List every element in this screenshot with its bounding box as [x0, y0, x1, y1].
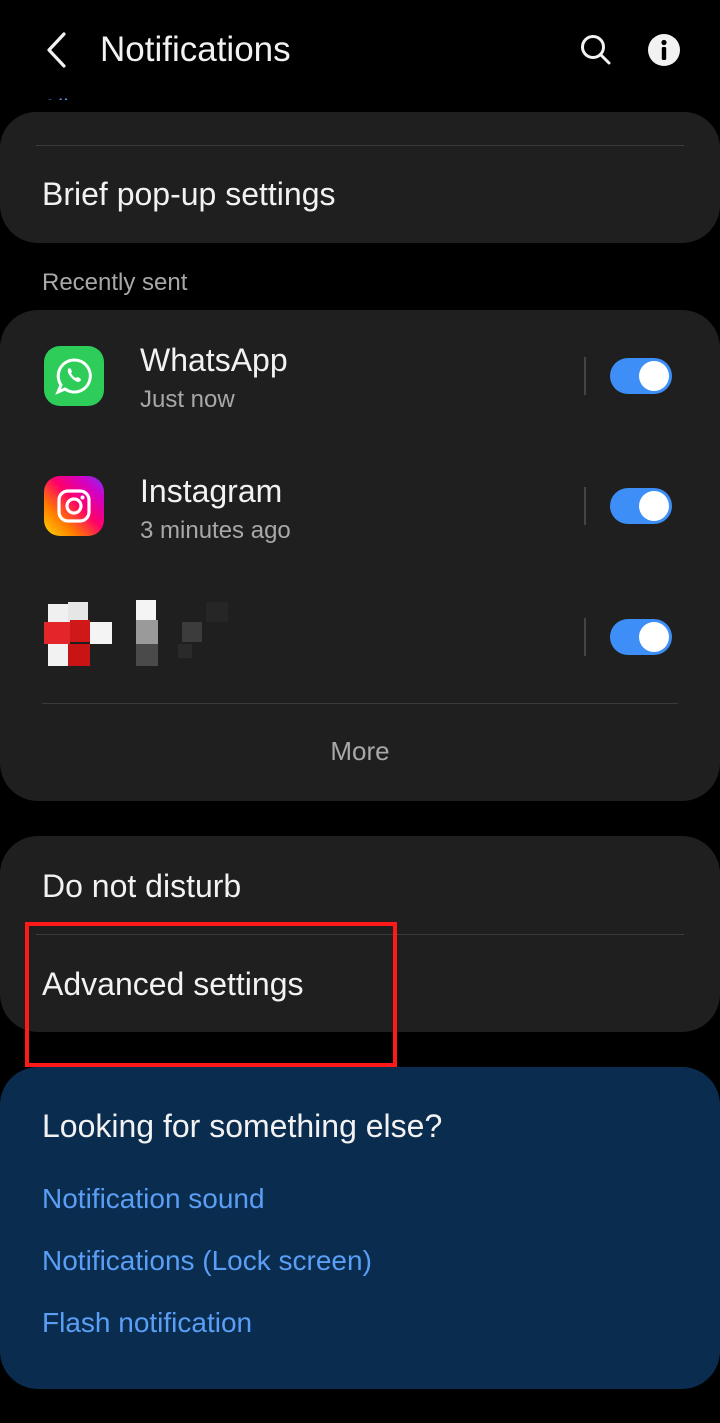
app-time: Just now	[140, 386, 235, 413]
search-icon	[581, 35, 611, 65]
header-mask	[0, 100, 720, 112]
vertical-divider	[584, 618, 586, 656]
app-name: Instagram	[140, 473, 283, 509]
divider	[42, 703, 678, 704]
instagram-icon	[44, 476, 104, 536]
vertical-divider	[584, 357, 586, 395]
redacted-app-icon	[44, 600, 120, 670]
lock-screen-notifications-link[interactable]: Notifications (Lock screen)	[42, 1243, 372, 1279]
toggle-knob	[639, 622, 669, 652]
app-name: WhatsApp	[140, 342, 288, 378]
card-top-cap	[0, 112, 720, 148]
notification-sound-link[interactable]: Notification sound	[42, 1181, 265, 1217]
whatsapp-icon	[44, 346, 104, 406]
highlight-box	[25, 922, 397, 1067]
app-time: 3 minutes ago	[140, 517, 291, 544]
instagram-toggle[interactable]	[610, 488, 672, 524]
whatsapp-toggle[interactable]	[610, 358, 672, 394]
more-button[interactable]: More	[0, 733, 720, 769]
back-arrow-icon	[47, 32, 66, 68]
search-button[interactable]	[572, 24, 620, 76]
info-icon	[648, 34, 680, 66]
info-button[interactable]	[640, 24, 688, 76]
do-not-disturb-item[interactable]: Do not disturb	[42, 866, 241, 906]
divider	[36, 145, 684, 146]
suggestions-title: Looking for something else?	[42, 1108, 443, 1144]
redacted-app-text	[134, 600, 234, 670]
toggle-knob	[639, 361, 669, 391]
brief-popup-settings-item[interactable]: Brief pop-up settings	[42, 174, 336, 214]
flash-notification-link[interactable]: Flash notification	[42, 1305, 252, 1341]
redacted-app-toggle[interactable]	[610, 619, 672, 655]
back-button[interactable]	[34, 24, 78, 76]
page-title: Notifications	[100, 30, 291, 69]
vertical-divider	[584, 487, 586, 525]
toggle-knob	[639, 491, 669, 521]
section-label-recently-sent: Recently sent	[42, 269, 188, 296]
